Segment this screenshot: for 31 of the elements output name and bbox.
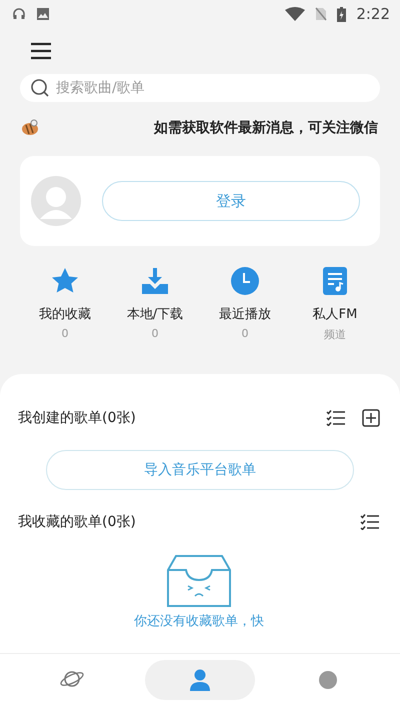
shortcut-count: 0 xyxy=(242,327,248,340)
clock-icon[interactable] xyxy=(230,266,260,296)
shortcut-count: 频道 xyxy=(324,327,346,342)
shortcut-count: 0 xyxy=(62,327,68,340)
shortcut-label[interactable]: 最近播放 xyxy=(219,305,271,323)
section-title: 我收藏的歌单(0张) xyxy=(18,513,137,531)
music-note-icon[interactable] xyxy=(320,266,350,296)
wifi-icon xyxy=(285,7,306,21)
nav-tab[interactable] xyxy=(145,660,255,700)
menu-icon[interactable] xyxy=(30,42,52,60)
shortcut-count: 0 xyxy=(152,327,158,340)
shortcut-label[interactable]: 本地/下载 xyxy=(126,305,184,323)
add-icon[interactable] xyxy=(362,409,380,427)
list-icon[interactable] xyxy=(360,514,380,530)
no-sim-icon xyxy=(315,7,328,21)
shortcut-label[interactable]: 私人FM xyxy=(312,305,358,323)
battery-icon xyxy=(337,6,346,22)
avatar-icon xyxy=(30,175,82,227)
headphones-icon xyxy=(12,7,26,21)
person-icon xyxy=(187,667,213,693)
search-icon xyxy=(30,78,50,98)
empty-message: 你还没有收藏歌单，快 xyxy=(134,613,264,630)
clock-time: 2:22 xyxy=(356,5,390,23)
shortcut-label[interactable]: 我的收藏 xyxy=(39,305,91,323)
section-title: 我创建的歌单(0张) xyxy=(18,409,137,427)
bee-icon xyxy=(20,119,40,137)
image-icon xyxy=(36,7,50,21)
empty-box-icon xyxy=(166,554,232,608)
list-icon[interactable] xyxy=(326,410,346,426)
notice-text: 如需获取软件最新消息，可关注微信 xyxy=(152,119,379,137)
download-icon[interactable] xyxy=(140,266,170,296)
